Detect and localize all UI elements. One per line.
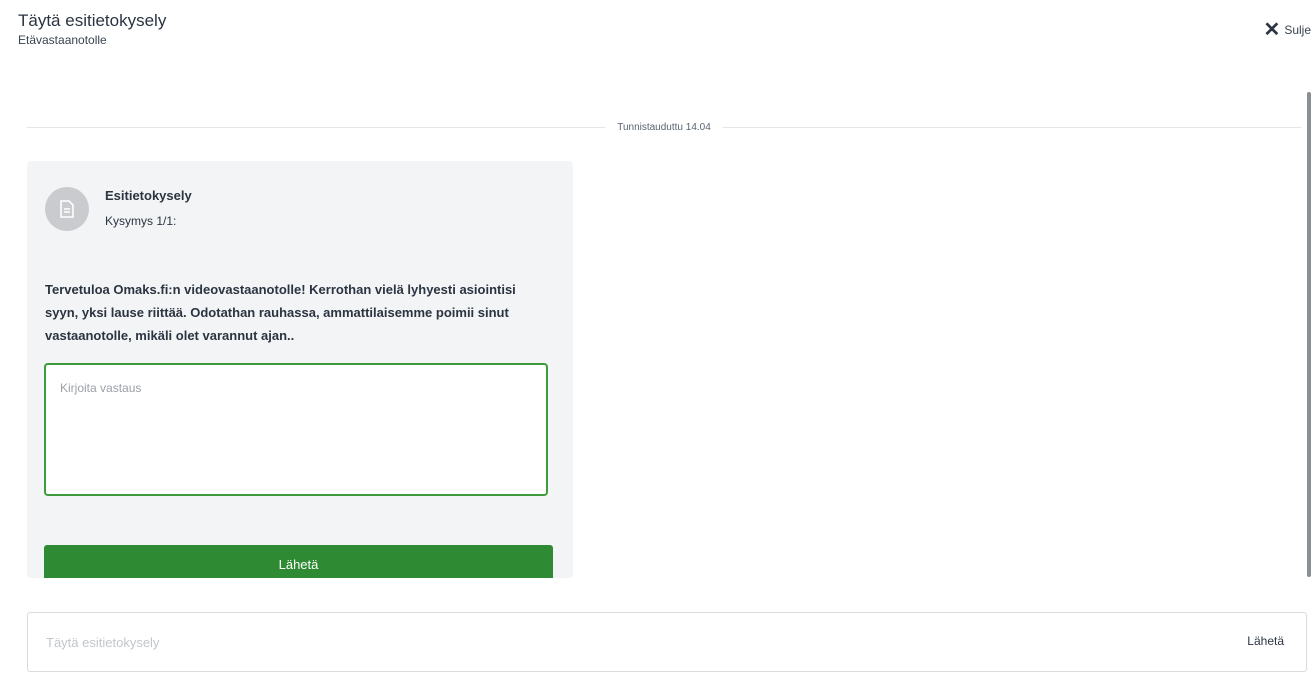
close-button[interactable]: ✕ Sulje bbox=[1264, 20, 1311, 40]
questionnaire-card: Esitietokysely Kysymys 1/1: Tervetuloa O… bbox=[27, 161, 573, 578]
chat-scrollbar[interactable] bbox=[1307, 92, 1311, 577]
message-input[interactable] bbox=[28, 613, 1244, 671]
dialog-header: Täytä esitietokysely Etävastaanotolle bbox=[18, 10, 166, 48]
submit-answer-button[interactable]: Lähetä bbox=[44, 545, 553, 578]
divider-label: Tunnistauduttu 14.04 bbox=[617, 121, 711, 133]
close-icon: ✕ bbox=[1263, 19, 1281, 41]
divider-line-right bbox=[722, 126, 1301, 128]
dialog-title: Täytä esitietokysely bbox=[18, 11, 167, 30]
question-text: Tervetuloa Omaks.fi:n videovastaanotolle… bbox=[45, 282, 516, 343]
question-counter: Kysymys 1/1: bbox=[105, 214, 177, 228]
divider-line-left bbox=[27, 126, 606, 128]
document-icon bbox=[45, 187, 89, 231]
send-message-button[interactable]: Lähetä bbox=[1247, 634, 1284, 648]
answer-input[interactable] bbox=[44, 363, 548, 496]
questionnaire-title: Esitietokysely bbox=[105, 188, 192, 203]
dialog-subtitle: Etävastaanotolle bbox=[18, 33, 107, 47]
message-composer: Lähetä bbox=[27, 612, 1307, 672]
close-label: Sulje bbox=[1284, 23, 1311, 37]
timestamp-divider: Tunnistauduttu 14.04 bbox=[27, 118, 1301, 136]
